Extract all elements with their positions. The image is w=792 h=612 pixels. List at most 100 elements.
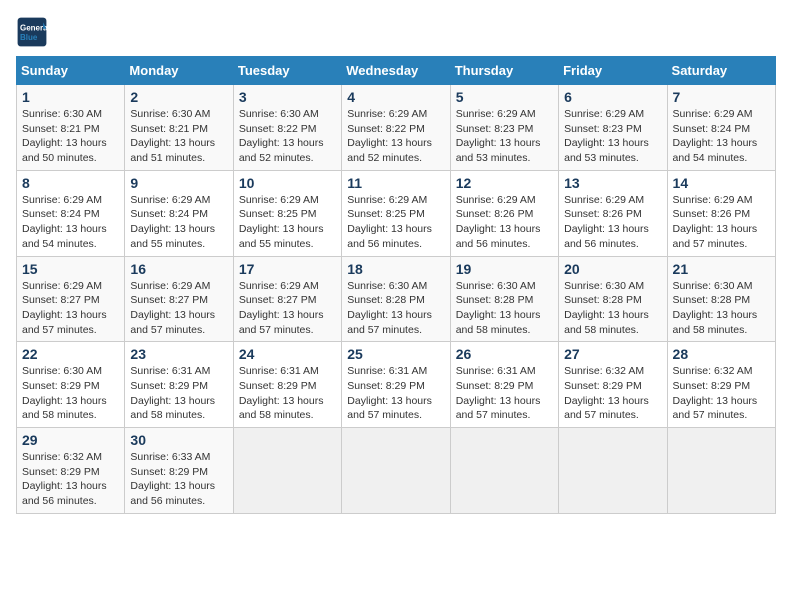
day-number: 20 (564, 261, 661, 277)
calendar-cell: 4 Sunrise: 6:29 AM Sunset: 8:22 PM Dayli… (342, 85, 450, 171)
day-number: 16 (130, 261, 227, 277)
day-number: 6 (564, 89, 661, 105)
column-header-sunday: Sunday (17, 57, 125, 85)
calendar-cell (342, 428, 450, 514)
day-number: 3 (239, 89, 336, 105)
calendar-cell: 17 Sunrise: 6:29 AM Sunset: 8:27 PM Dayl… (233, 256, 341, 342)
calendar-cell: 11 Sunrise: 6:29 AM Sunset: 8:25 PM Dayl… (342, 170, 450, 256)
day-number: 26 (456, 346, 553, 362)
day-info: Sunrise: 6:33 AM Sunset: 8:29 PM Dayligh… (130, 451, 215, 507)
calendar-cell (667, 428, 775, 514)
day-info: Sunrise: 6:29 AM Sunset: 8:27 PM Dayligh… (130, 280, 215, 336)
calendar-cell: 3 Sunrise: 6:30 AM Sunset: 8:22 PM Dayli… (233, 85, 341, 171)
day-number: 30 (130, 432, 227, 448)
day-number: 25 (347, 346, 444, 362)
header-row: SundayMondayTuesdayWednesdayThursdayFrid… (17, 57, 776, 85)
column-header-thursday: Thursday (450, 57, 558, 85)
week-row-4: 22 Sunrise: 6:30 AM Sunset: 8:29 PM Dayl… (17, 342, 776, 428)
column-header-saturday: Saturday (667, 57, 775, 85)
calendar-cell: 13 Sunrise: 6:29 AM Sunset: 8:26 PM Dayl… (559, 170, 667, 256)
day-info: Sunrise: 6:30 AM Sunset: 8:28 PM Dayligh… (456, 280, 541, 336)
calendar-cell: 27 Sunrise: 6:32 AM Sunset: 8:29 PM Dayl… (559, 342, 667, 428)
calendar-cell: 14 Sunrise: 6:29 AM Sunset: 8:26 PM Dayl… (667, 170, 775, 256)
day-info: Sunrise: 6:29 AM Sunset: 8:26 PM Dayligh… (564, 194, 649, 250)
day-info: Sunrise: 6:29 AM Sunset: 8:25 PM Dayligh… (239, 194, 324, 250)
day-info: Sunrise: 6:29 AM Sunset: 8:24 PM Dayligh… (673, 108, 758, 164)
day-info: Sunrise: 6:29 AM Sunset: 8:27 PM Dayligh… (22, 280, 107, 336)
column-header-monday: Monday (125, 57, 233, 85)
day-info: Sunrise: 6:30 AM Sunset: 8:21 PM Dayligh… (130, 108, 215, 164)
day-number: 29 (22, 432, 119, 448)
day-info: Sunrise: 6:29 AM Sunset: 8:22 PM Dayligh… (347, 108, 432, 164)
calendar-cell: 8 Sunrise: 6:29 AM Sunset: 8:24 PM Dayli… (17, 170, 125, 256)
day-info: Sunrise: 6:30 AM Sunset: 8:28 PM Dayligh… (347, 280, 432, 336)
calendar-cell: 7 Sunrise: 6:29 AM Sunset: 8:24 PM Dayli… (667, 85, 775, 171)
day-info: Sunrise: 6:29 AM Sunset: 8:25 PM Dayligh… (347, 194, 432, 250)
week-row-1: 1 Sunrise: 6:30 AM Sunset: 8:21 PM Dayli… (17, 85, 776, 171)
day-info: Sunrise: 6:30 AM Sunset: 8:28 PM Dayligh… (564, 280, 649, 336)
svg-text:Blue: Blue (20, 33, 38, 42)
calendar-cell: 9 Sunrise: 6:29 AM Sunset: 8:24 PM Dayli… (125, 170, 233, 256)
calendar-cell: 10 Sunrise: 6:29 AM Sunset: 8:25 PM Dayl… (233, 170, 341, 256)
column-header-friday: Friday (559, 57, 667, 85)
day-number: 1 (22, 89, 119, 105)
day-info: Sunrise: 6:31 AM Sunset: 8:29 PM Dayligh… (347, 365, 432, 421)
day-info: Sunrise: 6:32 AM Sunset: 8:29 PM Dayligh… (673, 365, 758, 421)
logo: General Blue (16, 16, 52, 48)
calendar-cell: 21 Sunrise: 6:30 AM Sunset: 8:28 PM Dayl… (667, 256, 775, 342)
day-number: 14 (673, 175, 770, 191)
day-info: Sunrise: 6:31 AM Sunset: 8:29 PM Dayligh… (130, 365, 215, 421)
calendar-cell (233, 428, 341, 514)
calendar-cell: 15 Sunrise: 6:29 AM Sunset: 8:27 PM Dayl… (17, 256, 125, 342)
day-info: Sunrise: 6:29 AM Sunset: 8:24 PM Dayligh… (22, 194, 107, 250)
calendar-cell: 23 Sunrise: 6:31 AM Sunset: 8:29 PM Dayl… (125, 342, 233, 428)
calendar-cell: 24 Sunrise: 6:31 AM Sunset: 8:29 PM Dayl… (233, 342, 341, 428)
calendar-cell: 20 Sunrise: 6:30 AM Sunset: 8:28 PM Dayl… (559, 256, 667, 342)
logo-icon: General Blue (16, 16, 48, 48)
calendar-cell: 5 Sunrise: 6:29 AM Sunset: 8:23 PM Dayli… (450, 85, 558, 171)
day-number: 7 (673, 89, 770, 105)
day-info: Sunrise: 6:32 AM Sunset: 8:29 PM Dayligh… (22, 451, 107, 507)
day-info: Sunrise: 6:29 AM Sunset: 8:27 PM Dayligh… (239, 280, 324, 336)
calendar-cell (559, 428, 667, 514)
column-header-tuesday: Tuesday (233, 57, 341, 85)
week-row-2: 8 Sunrise: 6:29 AM Sunset: 8:24 PM Dayli… (17, 170, 776, 256)
calendar-cell: 28 Sunrise: 6:32 AM Sunset: 8:29 PM Dayl… (667, 342, 775, 428)
calendar-cell: 12 Sunrise: 6:29 AM Sunset: 8:26 PM Dayl… (450, 170, 558, 256)
day-number: 21 (673, 261, 770, 277)
calendar-cell: 26 Sunrise: 6:31 AM Sunset: 8:29 PM Dayl… (450, 342, 558, 428)
day-info: Sunrise: 6:31 AM Sunset: 8:29 PM Dayligh… (456, 365, 541, 421)
day-number: 22 (22, 346, 119, 362)
calendar-cell: 1 Sunrise: 6:30 AM Sunset: 8:21 PM Dayli… (17, 85, 125, 171)
week-row-3: 15 Sunrise: 6:29 AM Sunset: 8:27 PM Dayl… (17, 256, 776, 342)
day-info: Sunrise: 6:31 AM Sunset: 8:29 PM Dayligh… (239, 365, 324, 421)
calendar-cell (450, 428, 558, 514)
day-number: 2 (130, 89, 227, 105)
calendar-cell: 25 Sunrise: 6:31 AM Sunset: 8:29 PM Dayl… (342, 342, 450, 428)
week-row-5: 29 Sunrise: 6:32 AM Sunset: 8:29 PM Dayl… (17, 428, 776, 514)
day-info: Sunrise: 6:30 AM Sunset: 8:21 PM Dayligh… (22, 108, 107, 164)
day-number: 18 (347, 261, 444, 277)
calendar-cell: 6 Sunrise: 6:29 AM Sunset: 8:23 PM Dayli… (559, 85, 667, 171)
column-header-wednesday: Wednesday (342, 57, 450, 85)
day-info: Sunrise: 6:29 AM Sunset: 8:26 PM Dayligh… (673, 194, 758, 250)
day-number: 27 (564, 346, 661, 362)
day-number: 5 (456, 89, 553, 105)
day-number: 24 (239, 346, 336, 362)
day-info: Sunrise: 6:30 AM Sunset: 8:28 PM Dayligh… (673, 280, 758, 336)
calendar-cell: 22 Sunrise: 6:30 AM Sunset: 8:29 PM Dayl… (17, 342, 125, 428)
day-info: Sunrise: 6:29 AM Sunset: 8:26 PM Dayligh… (456, 194, 541, 250)
calendar-cell: 29 Sunrise: 6:32 AM Sunset: 8:29 PM Dayl… (17, 428, 125, 514)
day-info: Sunrise: 6:29 AM Sunset: 8:23 PM Dayligh… (564, 108, 649, 164)
day-number: 9 (130, 175, 227, 191)
calendar-cell: 2 Sunrise: 6:30 AM Sunset: 8:21 PM Dayli… (125, 85, 233, 171)
calendar-cell: 19 Sunrise: 6:30 AM Sunset: 8:28 PM Dayl… (450, 256, 558, 342)
day-number: 17 (239, 261, 336, 277)
calendar-cell: 18 Sunrise: 6:30 AM Sunset: 8:28 PM Dayl… (342, 256, 450, 342)
calendar-header: SundayMondayTuesdayWednesdayThursdayFrid… (17, 57, 776, 85)
day-info: Sunrise: 6:30 AM Sunset: 8:29 PM Dayligh… (22, 365, 107, 421)
day-number: 11 (347, 175, 444, 191)
calendar-cell: 30 Sunrise: 6:33 AM Sunset: 8:29 PM Dayl… (125, 428, 233, 514)
day-info: Sunrise: 6:30 AM Sunset: 8:22 PM Dayligh… (239, 108, 324, 164)
day-number: 19 (456, 261, 553, 277)
